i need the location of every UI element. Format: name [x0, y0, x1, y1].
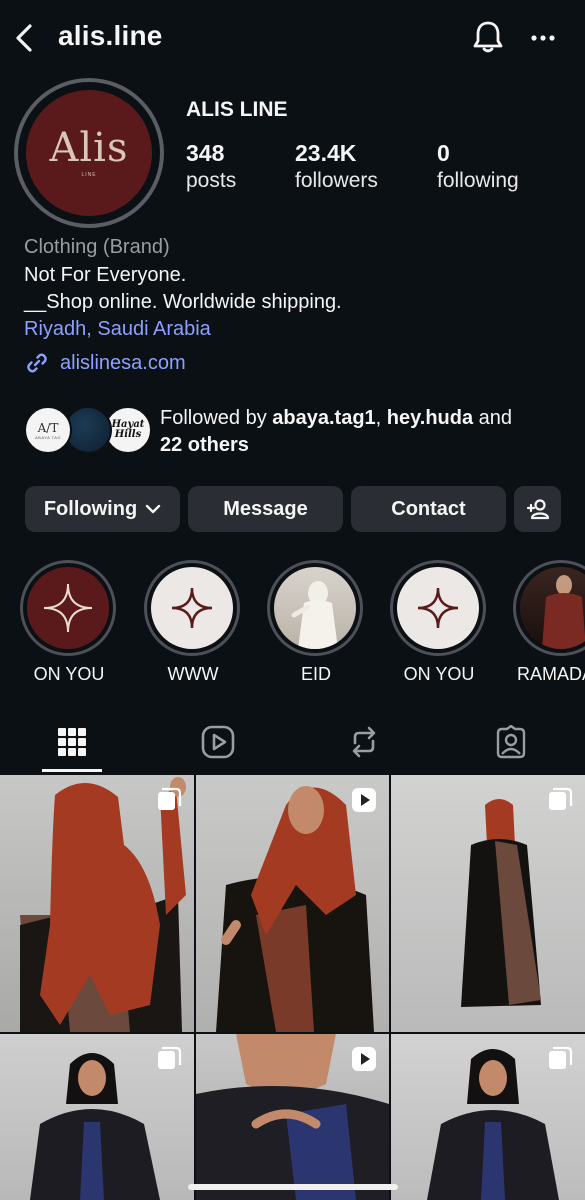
add-person-icon [526, 499, 549, 520]
posts-count: 348 [186, 140, 225, 166]
contact-label: Contact [391, 497, 466, 520]
followed-by-text[interactable]: Followed by abaya.tag1, hey.huda and 22 o… [160, 405, 570, 459]
carousel-icon [156, 1046, 182, 1072]
post-photo [20, 777, 186, 1032]
highlight-label: EID [300, 664, 331, 684]
post-thumbnail[interactable] [196, 1034, 389, 1200]
active-tab-indicator [42, 769, 102, 772]
chevron-left-icon [16, 24, 32, 52]
posts-stat[interactable]: 348 posts [186, 140, 236, 193]
carousel-icon [547, 787, 573, 813]
category-label: Clothing (Brand) [24, 236, 170, 258]
display-name: ALIS LINE [186, 98, 288, 121]
highlight-label: ON YOU [403, 664, 475, 684]
bell-icon [473, 21, 503, 53]
separator: , [375, 407, 387, 429]
highlight-photo [520, 567, 585, 649]
avatar-monogram: A/T [37, 420, 59, 435]
website-link[interactable]: alislinesa.com [24, 350, 186, 376]
post-photo [461, 799, 541, 1007]
message-label: Message [223, 497, 308, 520]
highlight-label: RAMADA [517, 664, 585, 684]
story-highlight[interactable]: ON YOU [20, 560, 118, 685]
username-title: alis.line [58, 20, 163, 51]
story-highlight[interactable]: ON YOU [390, 560, 488, 685]
star-logo-icon [27, 567, 109, 649]
more-horizontal-icon [531, 35, 555, 41]
location-link[interactable]: Riyadh, Saudi Arabia [24, 318, 211, 341]
following-stat[interactable]: 0 following [437, 140, 519, 193]
suggest-people-button[interactable] [514, 486, 561, 532]
conjunction: and [473, 407, 513, 429]
followers-stat[interactable]: 23.4K followers [295, 140, 378, 193]
avatar: A/T ABAYA TAG [24, 406, 72, 454]
following-count: 0 [437, 140, 450, 166]
posts-label: posts [186, 169, 237, 192]
grid-icon [58, 728, 86, 756]
reel-icon [351, 787, 377, 813]
post-thumbnail[interactable] [391, 1034, 585, 1200]
contact-button[interactable]: Contact [351, 486, 506, 532]
star-logo-icon [151, 567, 233, 649]
avatar-subtext: ABAYA TAG [35, 434, 61, 440]
story-highlight[interactable]: RAMADA [513, 560, 585, 685]
mutual-followers-avatars[interactable]: A/T ABAYA TAG Hayat Hills [24, 406, 154, 456]
post-thumbnail[interactable] [391, 775, 585, 1032]
notifications-button[interactable] [470, 18, 506, 56]
tab-reposts[interactable] [334, 718, 394, 766]
mutual-user-link[interactable]: hey.huda [387, 407, 473, 429]
post-thumbnail[interactable] [0, 1034, 194, 1200]
link-icon [27, 353, 47, 373]
message-button[interactable]: Message [188, 486, 343, 532]
post-photo [216, 786, 374, 1032]
star-logo-icon [397, 567, 479, 649]
carousel-icon [547, 1046, 573, 1072]
highlight-label: WWW [167, 664, 219, 684]
following-button[interactable]: Following [25, 486, 180, 532]
home-indicator[interactable] [188, 1184, 398, 1190]
followers-count: 23.4K [295, 140, 357, 166]
followed-by-prefix: Followed by [160, 407, 273, 429]
bio-line: __Shop online. Worldwide shipping. [24, 291, 342, 313]
post-thumbnail[interactable] [0, 775, 194, 1032]
followers-label: followers [295, 169, 378, 192]
more-options-button[interactable] [526, 24, 562, 52]
tab-posts-grid[interactable] [42, 718, 102, 766]
reel-icon [351, 1046, 377, 1072]
chevron-down-icon [145, 504, 161, 514]
website-text: alislinesa.com [60, 351, 186, 374]
tagged-icon [496, 725, 526, 759]
following-label: following [437, 169, 519, 192]
following-label: Following [43, 497, 138, 520]
story-highlight[interactable]: WWW [144, 560, 242, 685]
bio-line: Not For Everyone. [24, 264, 187, 286]
profile-avatar[interactable]: Alis LINE [14, 78, 164, 228]
mutual-user-link[interactable]: abaya.tag1 [272, 407, 375, 429]
reels-icon [201, 725, 235, 759]
story-highlight[interactable]: EID [267, 560, 365, 685]
others-count[interactable]: 22 others [160, 434, 249, 456]
avatar-text: Hayat Hills [111, 419, 145, 440]
post-thumbnail[interactable] [196, 775, 389, 1032]
tab-tagged[interactable] [481, 718, 541, 766]
reposts-icon [352, 726, 376, 758]
tab-reels[interactable] [188, 718, 248, 766]
back-button[interactable] [10, 20, 38, 56]
brand-logo-subtext: LINE [81, 172, 97, 178]
brand-logo-text: Alis [49, 125, 129, 171]
carousel-icon [156, 787, 182, 813]
highlight-photo [274, 567, 356, 649]
highlight-label: ON YOU [33, 664, 105, 684]
